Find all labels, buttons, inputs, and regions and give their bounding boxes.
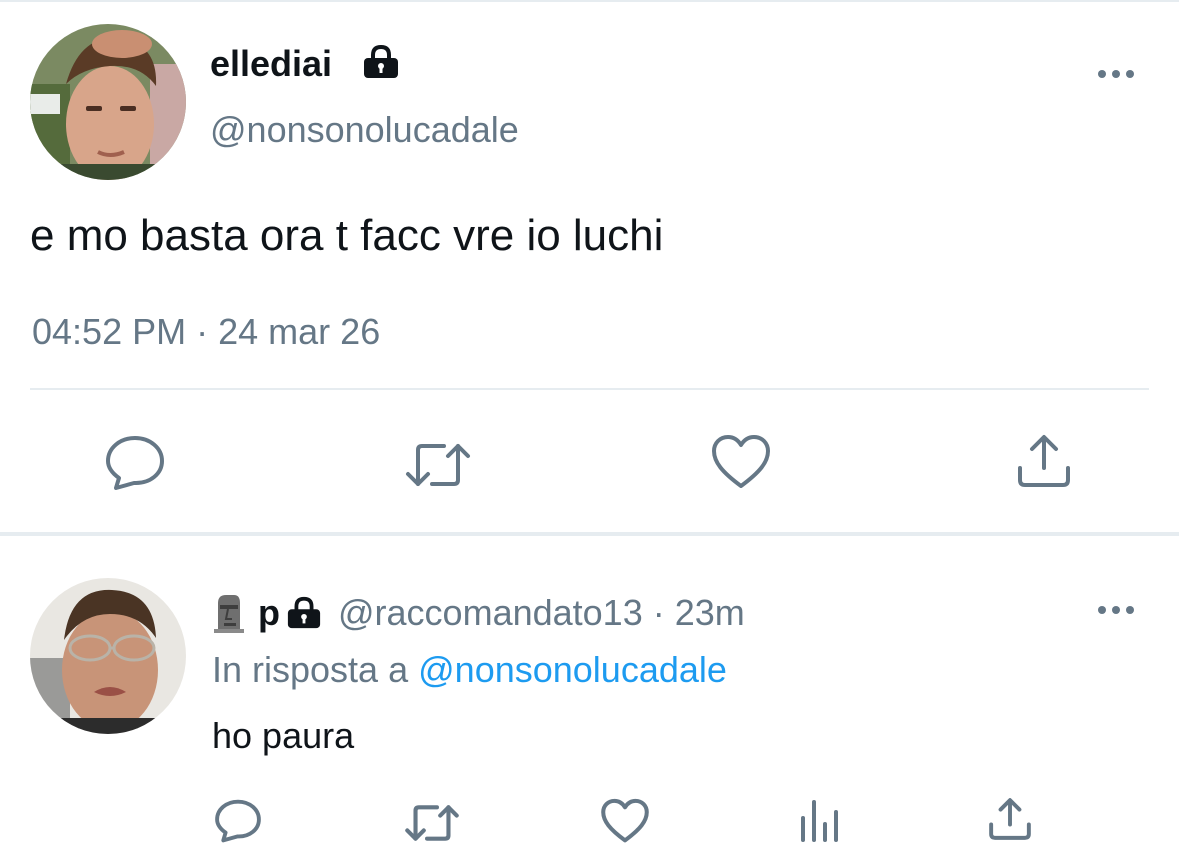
meta-separator: · <box>652 592 665 633</box>
author-handle[interactable]: @nonsonolucadale <box>210 108 519 152</box>
reply-more-options-icon[interactable] <box>1096 600 1136 620</box>
tweet-text: e mo basta ora t facc vre io luchi <box>30 211 664 260</box>
author-name[interactable]: ellediai <box>210 42 332 86</box>
section-separator <box>0 532 1179 536</box>
in-reply-prefix: In risposta a <box>212 649 409 690</box>
reply-age: 23m <box>674 592 745 633</box>
tweet-timestamp[interactable]: 04:52 PM · 24 mar 26 <box>32 310 380 354</box>
like-icon[interactable] <box>710 434 772 490</box>
like-icon[interactable] <box>600 798 650 844</box>
retweet-icon[interactable] <box>404 440 472 490</box>
reply-icon[interactable] <box>104 434 166 492</box>
reply-author-handle[interactable]: @raccomandato13 · 23m <box>338 592 745 634</box>
in-reply-to: In risposta a @nonsonolucadale <box>212 648 727 692</box>
analytics-icon[interactable] <box>798 798 840 844</box>
share-icon[interactable] <box>1016 432 1072 490</box>
reply-header: p @raccomandato13 · 23m <box>212 588 745 638</box>
tweet-time: 04:52 PM <box>32 311 187 352</box>
lock-icon <box>364 45 398 78</box>
meta-separator: · <box>196 311 209 352</box>
reply-author-name[interactable]: p <box>258 592 280 634</box>
more-options-icon[interactable] <box>1096 64 1136 84</box>
lock-icon <box>287 596 321 629</box>
tweet-date: 24 mar 26 <box>218 311 381 352</box>
reply-text: ho paura <box>212 715 355 756</box>
reply-author-avatar[interactable] <box>30 578 186 734</box>
share-icon[interactable] <box>988 796 1032 842</box>
retweet-icon[interactable] <box>404 802 460 844</box>
author-avatar[interactable] <box>30 24 186 180</box>
in-reply-handle-link[interactable]: @nonsonolucadale <box>418 649 727 690</box>
reply-handle-text: @raccomandato13 <box>338 592 643 633</box>
top-divider <box>0 0 1179 2</box>
reply-icon[interactable] <box>214 798 262 844</box>
moai-emoji-icon <box>214 595 244 633</box>
actions-divider <box>30 388 1149 390</box>
